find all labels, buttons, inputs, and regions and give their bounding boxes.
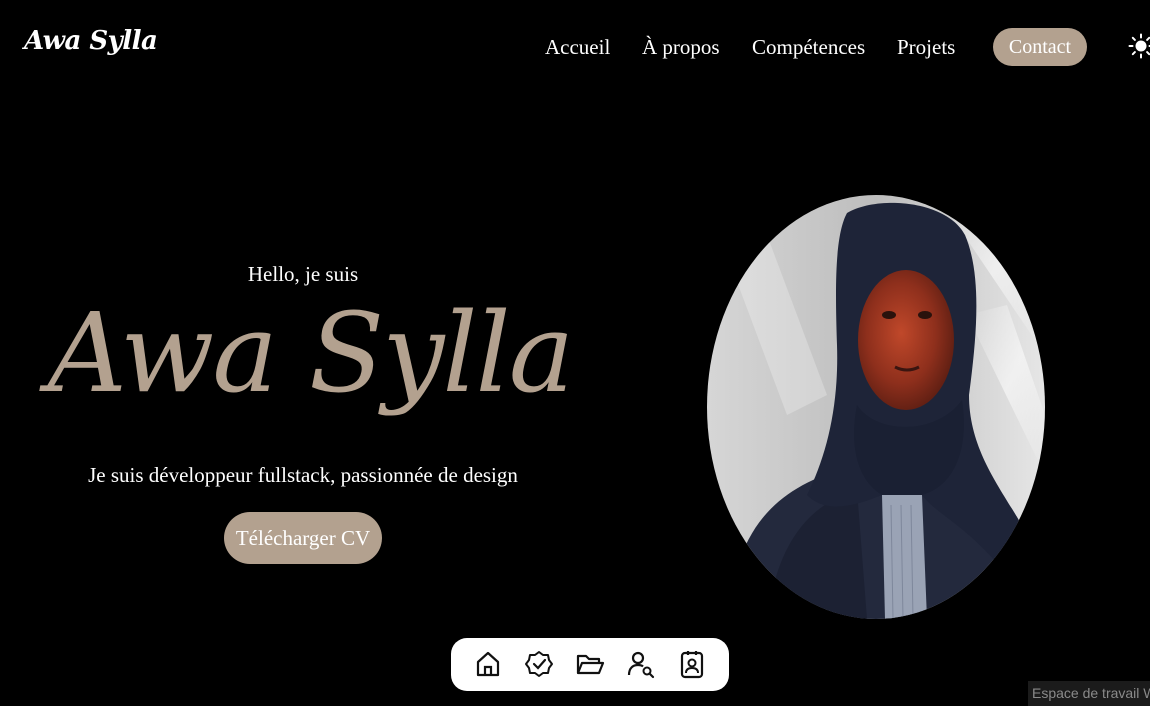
contact-button[interactable]: Contact bbox=[993, 28, 1087, 66]
home-icon[interactable] bbox=[472, 648, 504, 680]
logo[interactable]: Awa Sylla bbox=[24, 26, 158, 56]
bottom-dock bbox=[451, 638, 729, 691]
contact-card-icon[interactable] bbox=[676, 648, 708, 680]
hero-subtitle: Je suis développeur fullstack, passionné… bbox=[88, 463, 518, 487]
nav-link-accueil[interactable]: Accueil bbox=[545, 28, 610, 66]
nav-link-projets[interactable]: Projets bbox=[897, 28, 955, 66]
site-header: Awa Sylla Accueil À propos Compétences P… bbox=[0, 0, 1150, 95]
sun-icon[interactable] bbox=[1128, 33, 1150, 59]
nav-link-a-propos[interactable]: À propos bbox=[642, 28, 720, 66]
workspace-watermark: Espace de travail Wis bbox=[1028, 681, 1150, 706]
folder-open-icon[interactable] bbox=[574, 648, 606, 680]
user-search-icon[interactable] bbox=[625, 648, 657, 680]
nav-link-competences[interactable]: Compétences bbox=[752, 28, 865, 66]
download-cv-button[interactable]: Télécharger CV bbox=[224, 512, 382, 564]
profile-photo bbox=[707, 195, 1045, 619]
hero-name: Awa Sylla bbox=[47, 289, 575, 417]
badge-check-icon[interactable] bbox=[523, 648, 555, 680]
